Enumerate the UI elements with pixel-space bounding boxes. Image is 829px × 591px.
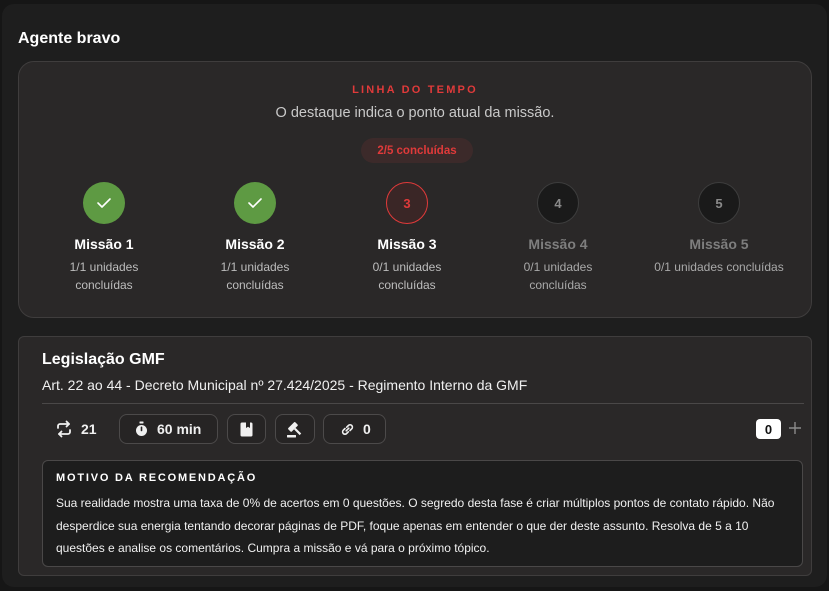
repeat-stat: 21	[55, 414, 97, 444]
timeline-subtitle: O destaque indica o ponto atual da missã…	[275, 105, 555, 121]
recommendation-box: MOTIVO DA RECOMENDAÇÃO Sua realidade mos…	[42, 460, 803, 567]
timer-value: 60 min	[157, 421, 202, 437]
check-icon	[234, 182, 276, 224]
mission-name: Missão 3	[377, 236, 437, 252]
subject-title: Legislação GMF	[42, 351, 165, 368]
repeat-icon	[55, 420, 73, 438]
mission-2[interactable]: Missão 2 1/1 unidades concluídas	[180, 182, 330, 294]
mission-name: Missão 2	[225, 236, 285, 252]
subject-description: Art. 22 ao 44 - Decreto Municipal nº 27.…	[42, 377, 528, 393]
mission-3[interactable]: 3 Missão 3 0/1 unidades concluídas	[332, 182, 482, 294]
links-count: 0	[363, 421, 371, 437]
repeat-count: 21	[81, 421, 97, 437]
timeline-label: LINHA DO TEMPO	[352, 84, 478, 96]
recommendation-text: Sua realidade mostra uma taxa de 0% de a…	[56, 496, 775, 555]
recommendation-title: MOTIVO DA RECOMENDAÇÃO	[56, 472, 258, 484]
link-icon	[340, 422, 355, 437]
mission-units: 1/1 unidades concluídas	[69, 260, 139, 292]
mission-1[interactable]: Missão 1 1/1 unidades concluídas	[29, 182, 179, 294]
agent-title: Agente bravo	[18, 30, 121, 47]
plus-icon[interactable]	[787, 416, 803, 440]
agent-panel: Agente bravo LINHA DO TEMPO O destaque i…	[2, 4, 827, 587]
stopwatch-icon	[134, 421, 149, 437]
timer-stat[interactable]: 60 min	[119, 414, 218, 444]
divider	[42, 403, 804, 404]
mission-name: Missão 5	[689, 236, 749, 252]
book-button[interactable]	[227, 414, 266, 444]
mission-4[interactable]: 4 Missão 4 0/1 unidades concluídas	[483, 182, 633, 294]
mission-units: 0/1 unidades concluídas	[654, 260, 784, 274]
mission-units: 0/1 unidades concluídas	[523, 260, 593, 292]
book-icon	[240, 422, 253, 437]
subject-card: Legislação GMF Art. 22 ao 44 - Decreto M…	[18, 336, 812, 576]
mission-name: Missão 4	[528, 236, 588, 252]
counter-box[interactable]: 0	[756, 419, 781, 439]
mission-name: Missão 1	[74, 236, 134, 252]
mission-number-marker: 5	[698, 182, 740, 224]
mission-number-marker: 3	[386, 182, 428, 224]
progress-badge: 2/5 concluídas	[361, 138, 473, 163]
law-button[interactable]	[275, 414, 315, 444]
mission-number-marker: 4	[537, 182, 579, 224]
links-stat[interactable]: 0	[323, 414, 386, 444]
gavel-icon	[286, 421, 304, 438]
check-icon	[83, 182, 125, 224]
mission-units: 0/1 unidades concluídas	[372, 260, 442, 292]
mission-5[interactable]: 5 Missão 5 0/1 unidades concluídas	[644, 182, 794, 276]
timeline-card: LINHA DO TEMPO O destaque indica o ponto…	[18, 61, 812, 318]
mission-units: 1/1 unidades concluídas	[220, 260, 290, 292]
